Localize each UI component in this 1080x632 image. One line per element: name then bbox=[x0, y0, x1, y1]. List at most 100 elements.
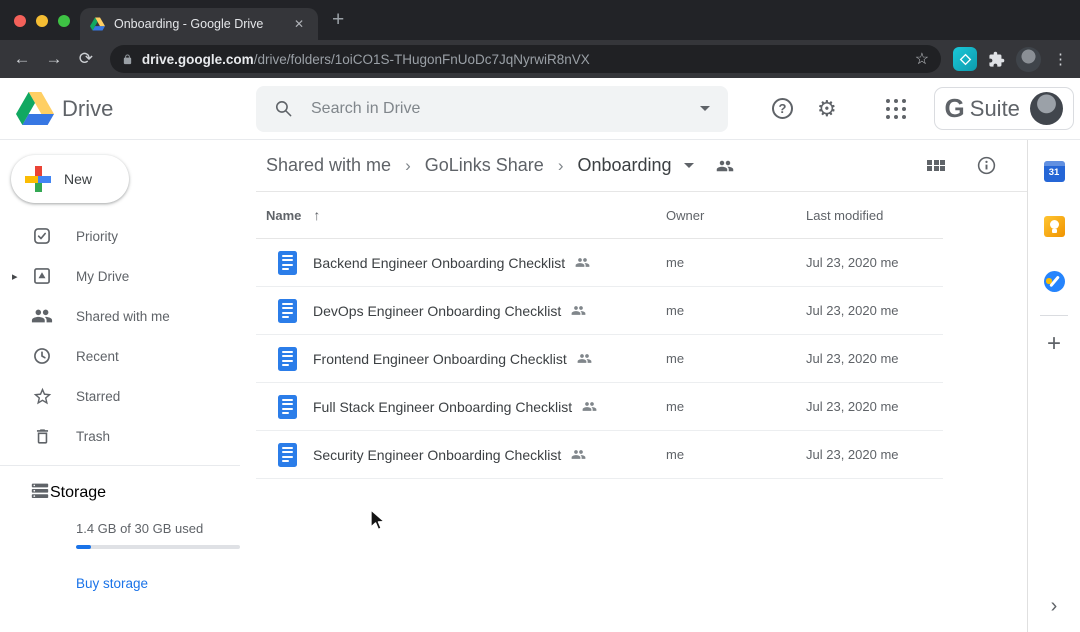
url-path: /drive/folders/1oiCO1S-THugonFnUoDc7JqNy… bbox=[254, 52, 590, 67]
forward-button[interactable]: → bbox=[38, 49, 70, 69]
shared-people-icon bbox=[575, 255, 590, 270]
grid-view-icon[interactable] bbox=[927, 160, 945, 172]
extension-icon[interactable] bbox=[953, 47, 977, 71]
bookmark-star-icon[interactable]: ☆ bbox=[915, 49, 929, 69]
google-docs-icon bbox=[278, 395, 297, 419]
file-modified: Jul 23, 2020 me bbox=[806, 399, 899, 414]
sidebar-item-recent[interactable]: Recent bbox=[0, 336, 256, 376]
collapse-panel-chevron-icon[interactable]: › bbox=[1051, 595, 1058, 618]
url-domain: drive.google.com bbox=[142, 52, 254, 67]
google-docs-icon bbox=[278, 347, 297, 371]
lock-icon bbox=[122, 53, 133, 66]
file-modified: Jul 23, 2020 me bbox=[806, 447, 899, 462]
file-row[interactable]: Full Stack Engineer Onboarding Checklist… bbox=[256, 383, 943, 431]
breadcrumb: Shared with me › GoLinks Share › Onboard… bbox=[256, 140, 1027, 192]
apps-grid-icon[interactable] bbox=[886, 99, 906, 119]
file-name: Security Engineer Onboarding Checklist bbox=[313, 447, 561, 463]
breadcrumb-shared-with-me[interactable]: Shared with me bbox=[266, 155, 391, 176]
my-drive-icon bbox=[30, 266, 54, 286]
breadcrumb-separator-icon: › bbox=[405, 156, 411, 176]
sidebar-item-my-drive[interactable]: ▸ My Drive bbox=[0, 256, 256, 296]
panel-divider bbox=[1040, 315, 1068, 316]
browser-tab[interactable]: Onboarding - Google Drive ✕ bbox=[80, 8, 318, 40]
file-owner: me bbox=[666, 255, 684, 270]
new-tab-button[interactable]: + bbox=[332, 10, 344, 30]
shared-people-icon bbox=[582, 399, 597, 414]
window-zoom-button[interactable] bbox=[58, 15, 70, 27]
sort-ascending-icon[interactable]: ↑ bbox=[313, 207, 320, 223]
window-close-button[interactable] bbox=[14, 15, 26, 27]
folder-menu-caret-icon[interactable] bbox=[684, 163, 694, 168]
sidebar-item-trash[interactable]: Trash bbox=[0, 416, 256, 456]
help-icon[interactable]: ? bbox=[772, 98, 793, 119]
screen: Onboarding - Google Drive ✕ + ← → ⟳ driv… bbox=[0, 0, 1080, 632]
priority-check-icon bbox=[30, 226, 54, 246]
add-addon-icon[interactable]: + bbox=[1047, 330, 1061, 358]
main-content: Shared with me › GoLinks Share › Onboard… bbox=[256, 140, 1027, 632]
address-bar[interactable]: drive.google.com /drive/folders/1oiCO1S-… bbox=[110, 45, 941, 73]
gsuite-g-logo: G bbox=[945, 93, 965, 124]
file-owner: me bbox=[666, 447, 684, 462]
trash-icon bbox=[30, 427, 54, 446]
browser-tab-strip: Onboarding - Google Drive ✕ + bbox=[0, 0, 1080, 40]
back-button[interactable]: ← bbox=[6, 49, 38, 69]
breadcrumb-current-folder[interactable]: Onboarding bbox=[577, 155, 671, 176]
folder-shared-icon bbox=[716, 157, 734, 175]
file-owner: me bbox=[666, 399, 684, 414]
browser-menu-icon[interactable]: ⋮ bbox=[1053, 50, 1068, 68]
multicolor-plus-icon bbox=[25, 166, 51, 192]
breadcrumb-separator-icon: › bbox=[558, 156, 564, 176]
extensions-puzzle-icon[interactable] bbox=[988, 51, 1005, 68]
account-avatar[interactable] bbox=[1030, 92, 1063, 125]
window-minimize-button[interactable] bbox=[36, 15, 48, 27]
keep-icon[interactable] bbox=[1044, 216, 1065, 237]
buy-storage-link[interactable]: Buy storage bbox=[76, 576, 148, 591]
file-modified: Jul 23, 2020 me bbox=[806, 351, 899, 366]
clock-icon bbox=[30, 346, 54, 366]
sidebar-item-starred[interactable]: Starred bbox=[0, 376, 256, 416]
file-owner: me bbox=[666, 303, 684, 318]
search-options-caret-icon[interactable] bbox=[700, 106, 710, 111]
breadcrumb-golinks-share[interactable]: GoLinks Share bbox=[425, 155, 544, 176]
expand-arrow-icon[interactable]: ▸ bbox=[12, 270, 18, 283]
browser-profile-avatar[interactable] bbox=[1016, 47, 1041, 72]
file-name: DevOps Engineer Onboarding Checklist bbox=[313, 303, 561, 319]
file-row[interactable]: Frontend Engineer Onboarding Checklist m… bbox=[256, 335, 943, 383]
gsuite-account-badge[interactable]: G Suite bbox=[934, 87, 1074, 130]
sidebar-divider bbox=[0, 465, 240, 466]
google-docs-icon bbox=[278, 251, 297, 275]
table-header: Name ↑ Owner Last modified bbox=[256, 192, 943, 239]
file-owner: me bbox=[666, 351, 684, 366]
sidebar-nav: Priority ▸ My Drive Shared bbox=[0, 216, 256, 456]
google-docs-icon bbox=[278, 443, 297, 467]
storage-progress-bar bbox=[76, 545, 240, 549]
search-icon bbox=[274, 99, 293, 118]
app-name: Drive bbox=[62, 96, 113, 122]
file-row[interactable]: Backend Engineer Onboarding Checklist me… bbox=[256, 239, 943, 287]
gear-icon[interactable]: ⚙ bbox=[817, 98, 837, 120]
sidebar-item-shared-with-me[interactable]: Shared with me bbox=[0, 296, 256, 336]
column-header-owner[interactable]: Owner bbox=[666, 208, 704, 223]
drive-logo[interactable]: Drive bbox=[16, 92, 256, 125]
search-bar[interactable] bbox=[256, 86, 728, 132]
storage-icon bbox=[30, 482, 50, 505]
storage-label: Storage bbox=[50, 484, 106, 502]
column-header-name[interactable]: Name bbox=[266, 208, 301, 223]
file-row[interactable]: DevOps Engineer Onboarding Checklist me … bbox=[256, 287, 943, 335]
calendar-icon[interactable]: 31 bbox=[1044, 161, 1065, 182]
tab-close-icon[interactable]: ✕ bbox=[290, 15, 308, 33]
column-header-last-modified[interactable]: Last modified bbox=[806, 208, 883, 223]
search-input[interactable] bbox=[311, 100, 700, 118]
sidebar-item-priority[interactable]: Priority bbox=[0, 216, 256, 256]
storage-progress-fill bbox=[76, 545, 91, 549]
tasks-icon[interactable] bbox=[1044, 271, 1065, 292]
new-button[interactable]: New bbox=[11, 155, 129, 203]
reload-button[interactable]: ⟳ bbox=[70, 49, 102, 69]
sidebar-item-storage[interactable]: Storage bbox=[0, 473, 256, 513]
file-row[interactable]: Security Engineer Onboarding Checklist m… bbox=[256, 431, 943, 479]
file-name: Frontend Engineer Onboarding Checklist bbox=[313, 351, 567, 367]
sidebar: New Priority ▸ bbox=[0, 140, 256, 632]
info-icon[interactable] bbox=[976, 155, 997, 176]
browser-toolbar: ← → ⟳ drive.google.com /drive/folders/1o… bbox=[0, 40, 1080, 78]
file-modified: Jul 23, 2020 me bbox=[806, 255, 899, 270]
